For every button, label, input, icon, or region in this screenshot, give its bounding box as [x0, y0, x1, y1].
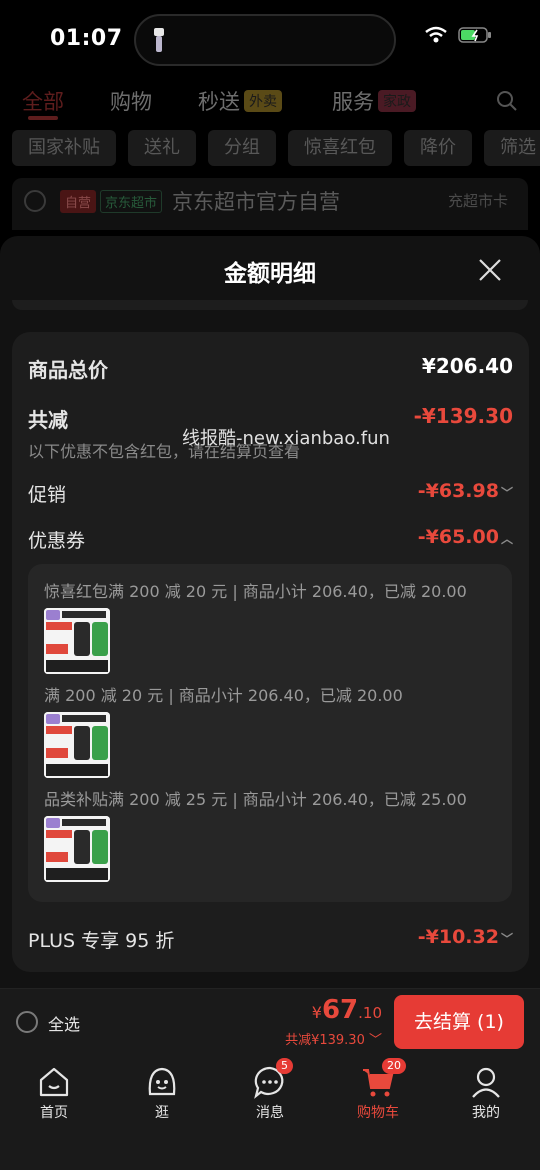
tab-profile-label: 我的: [472, 1105, 500, 1121]
trash-bag-product-image: [44, 608, 110, 674]
tab-shopping-label: 购物: [110, 90, 152, 114]
flashlight-icon: [154, 28, 164, 52]
tab-home-label: 首页: [40, 1105, 68, 1121]
chevron-up-icon: ︿: [500, 532, 513, 546]
coupon-line: 满 200 减 20 元 | 商品小计 206.40，已减 20.00: [44, 686, 403, 705]
total-discount-value: -¥139.30: [413, 404, 513, 428]
housekeeping-badge: 家政: [378, 90, 416, 112]
chip-surprise-redpacket[interactable]: 惊喜红包: [288, 130, 392, 166]
checkout-button[interactable]: 去结算 (1): [394, 995, 524, 1049]
coupon-value: -¥65.00: [417, 526, 499, 548]
tab-explore-label: 逛: [155, 1105, 169, 1121]
status-bar: 01:07: [0, 0, 540, 80]
plus-value: -¥10.32: [417, 926, 499, 948]
product-thumbnail[interactable]: [44, 816, 110, 882]
trash-bag-product-image: [44, 816, 110, 882]
goods-total-row: 商品总价 ¥206.40: [28, 354, 513, 382]
coupon-line: 品类补贴满 200 减 25 元 | 商品小计 206.40，已减 25.00: [44, 790, 467, 809]
total-price: ¥67.10: [312, 995, 382, 1025]
tab-all[interactable]: 全部: [22, 86, 64, 116]
profile-icon: [472, 1067, 500, 1098]
coupon-row[interactable]: 优惠券 -¥65.00 ︿: [28, 526, 513, 554]
chevron-down-icon: ﹀: [500, 932, 513, 946]
store-name[interactable]: 京东超市官方自营: [172, 186, 340, 216]
coupon-list: 惊喜红包满 200 减 20 元 | 商品小计 206.40，已减 20.00 …: [28, 564, 512, 902]
currency-symbol: ¥: [311, 1003, 322, 1022]
home-icon: [39, 1067, 69, 1097]
tab-messages[interactable]: 5 消息: [230, 1058, 310, 1122]
tab-delivery[interactable]: 秒送 外卖: [198, 86, 282, 116]
filter-chips: 国家补贴 送礼 分组 惊喜红包 降价 筛选: [12, 130, 540, 166]
tab-delivery-label: 秒送: [198, 90, 240, 114]
amount-detail-sheet: 金额明细 商品总价 ¥206.40 共减 -¥139.30 以下优惠不包含红包，…: [0, 236, 540, 1056]
system-icons: [424, 26, 492, 44]
category-tabs: 全部 购物 秒送 外卖 服务 家政: [0, 80, 540, 124]
cart-badge: 20: [382, 1058, 406, 1074]
tab-profile[interactable]: 我的: [446, 1064, 526, 1122]
tab-service[interactable]: 服务 家政: [332, 86, 416, 116]
bottom-tabbar: 首页 逛 5 消息 20 购物车 我的: [0, 1056, 540, 1170]
message-badge: 5: [276, 1058, 293, 1074]
tab-all-label: 全部: [22, 90, 64, 114]
saved-amount-text: 共减¥139.30: [285, 1033, 365, 1048]
explore-icon: [148, 1067, 176, 1096]
product-thumbnail[interactable]: [44, 712, 110, 778]
coupon-value-wrap: -¥65.00 ︿: [418, 526, 513, 548]
dynamic-island: [134, 14, 396, 66]
tab-shopping[interactable]: 购物: [110, 86, 152, 116]
chip-national-subsidy[interactable]: 国家补贴: [12, 130, 116, 166]
promo-value-wrap: -¥63.98 ﹀: [418, 480, 513, 502]
self-operated-tag: 自营: [60, 190, 97, 213]
promo-value: -¥63.98: [417, 480, 499, 502]
close-icon[interactable]: [476, 256, 504, 284]
watermark-text: 线报酷-new.xianbao.fun: [182, 428, 390, 449]
battery-icon: [458, 27, 491, 43]
chip-group[interactable]: 分组: [208, 130, 276, 166]
goods-total-label: 商品总价: [28, 358, 108, 382]
coupon-line: 惊喜红包满 200 减 20 元 | 商品小计 206.40，已减 20.00: [44, 582, 467, 601]
tab-service-label: 服务: [332, 90, 374, 114]
plus-row[interactable]: PLUS 专享 95 折 -¥10.32 ﹀: [28, 926, 513, 954]
chip-filter[interactable]: 筛选: [484, 130, 540, 166]
status-time: 01:07: [50, 26, 123, 51]
divider: [12, 300, 528, 310]
product-thumbnail[interactable]: [44, 608, 110, 674]
select-all-radio[interactable]: [16, 1011, 38, 1033]
tab-cart-label: 购物车: [357, 1105, 399, 1121]
wifi-icon: [425, 26, 447, 43]
promo-row[interactable]: 促销 -¥63.98 ﹀: [28, 480, 513, 508]
price-integer: 67: [321, 995, 359, 1025]
saved-amount[interactable]: 共减¥139.30 ﹀: [285, 1029, 382, 1048]
active-tab-indicator: [28, 116, 58, 120]
plus-value-wrap: -¥10.32 ﹀: [418, 926, 513, 948]
store-header: 自营 京东超市 京东超市官方自营 充超市卡: [12, 178, 528, 230]
store-select-radio[interactable]: [24, 190, 46, 212]
chip-gift[interactable]: 送礼: [128, 130, 196, 166]
chevron-down-icon: ﹀: [500, 486, 513, 500]
promo-label: 促销: [28, 484, 67, 506]
supermarket-tag: 京东超市: [100, 190, 163, 213]
price-decimal: .10: [358, 1004, 382, 1022]
recharge-card-link[interactable]: 充超市卡: [448, 190, 508, 211]
select-all-label[interactable]: 全选: [48, 1011, 80, 1035]
tab-explore[interactable]: 逛: [122, 1064, 202, 1122]
search-icon[interactable]: [496, 90, 518, 112]
takeout-badge: 外卖: [244, 90, 282, 112]
sheet-title: 金额明细: [224, 261, 316, 287]
chip-price-drop[interactable]: 降价: [404, 130, 472, 166]
tab-cart[interactable]: 20 购物车: [338, 1058, 418, 1122]
plus-label: PLUS 专享 95 折: [28, 930, 175, 952]
chevron-down-icon: ﹀: [364, 1033, 382, 1048]
checkout-bar: 全选 ¥67.10 共减¥139.30 ﹀ 去结算 (1): [0, 988, 540, 1056]
trash-bag-product-image: [44, 712, 110, 778]
goods-total-value: ¥206.40: [421, 354, 513, 378]
coupon-label: 优惠券: [28, 530, 86, 552]
total-discount-label: 共减: [28, 408, 68, 432]
tab-messages-label: 消息: [256, 1105, 284, 1121]
tab-home[interactable]: 首页: [14, 1064, 94, 1122]
